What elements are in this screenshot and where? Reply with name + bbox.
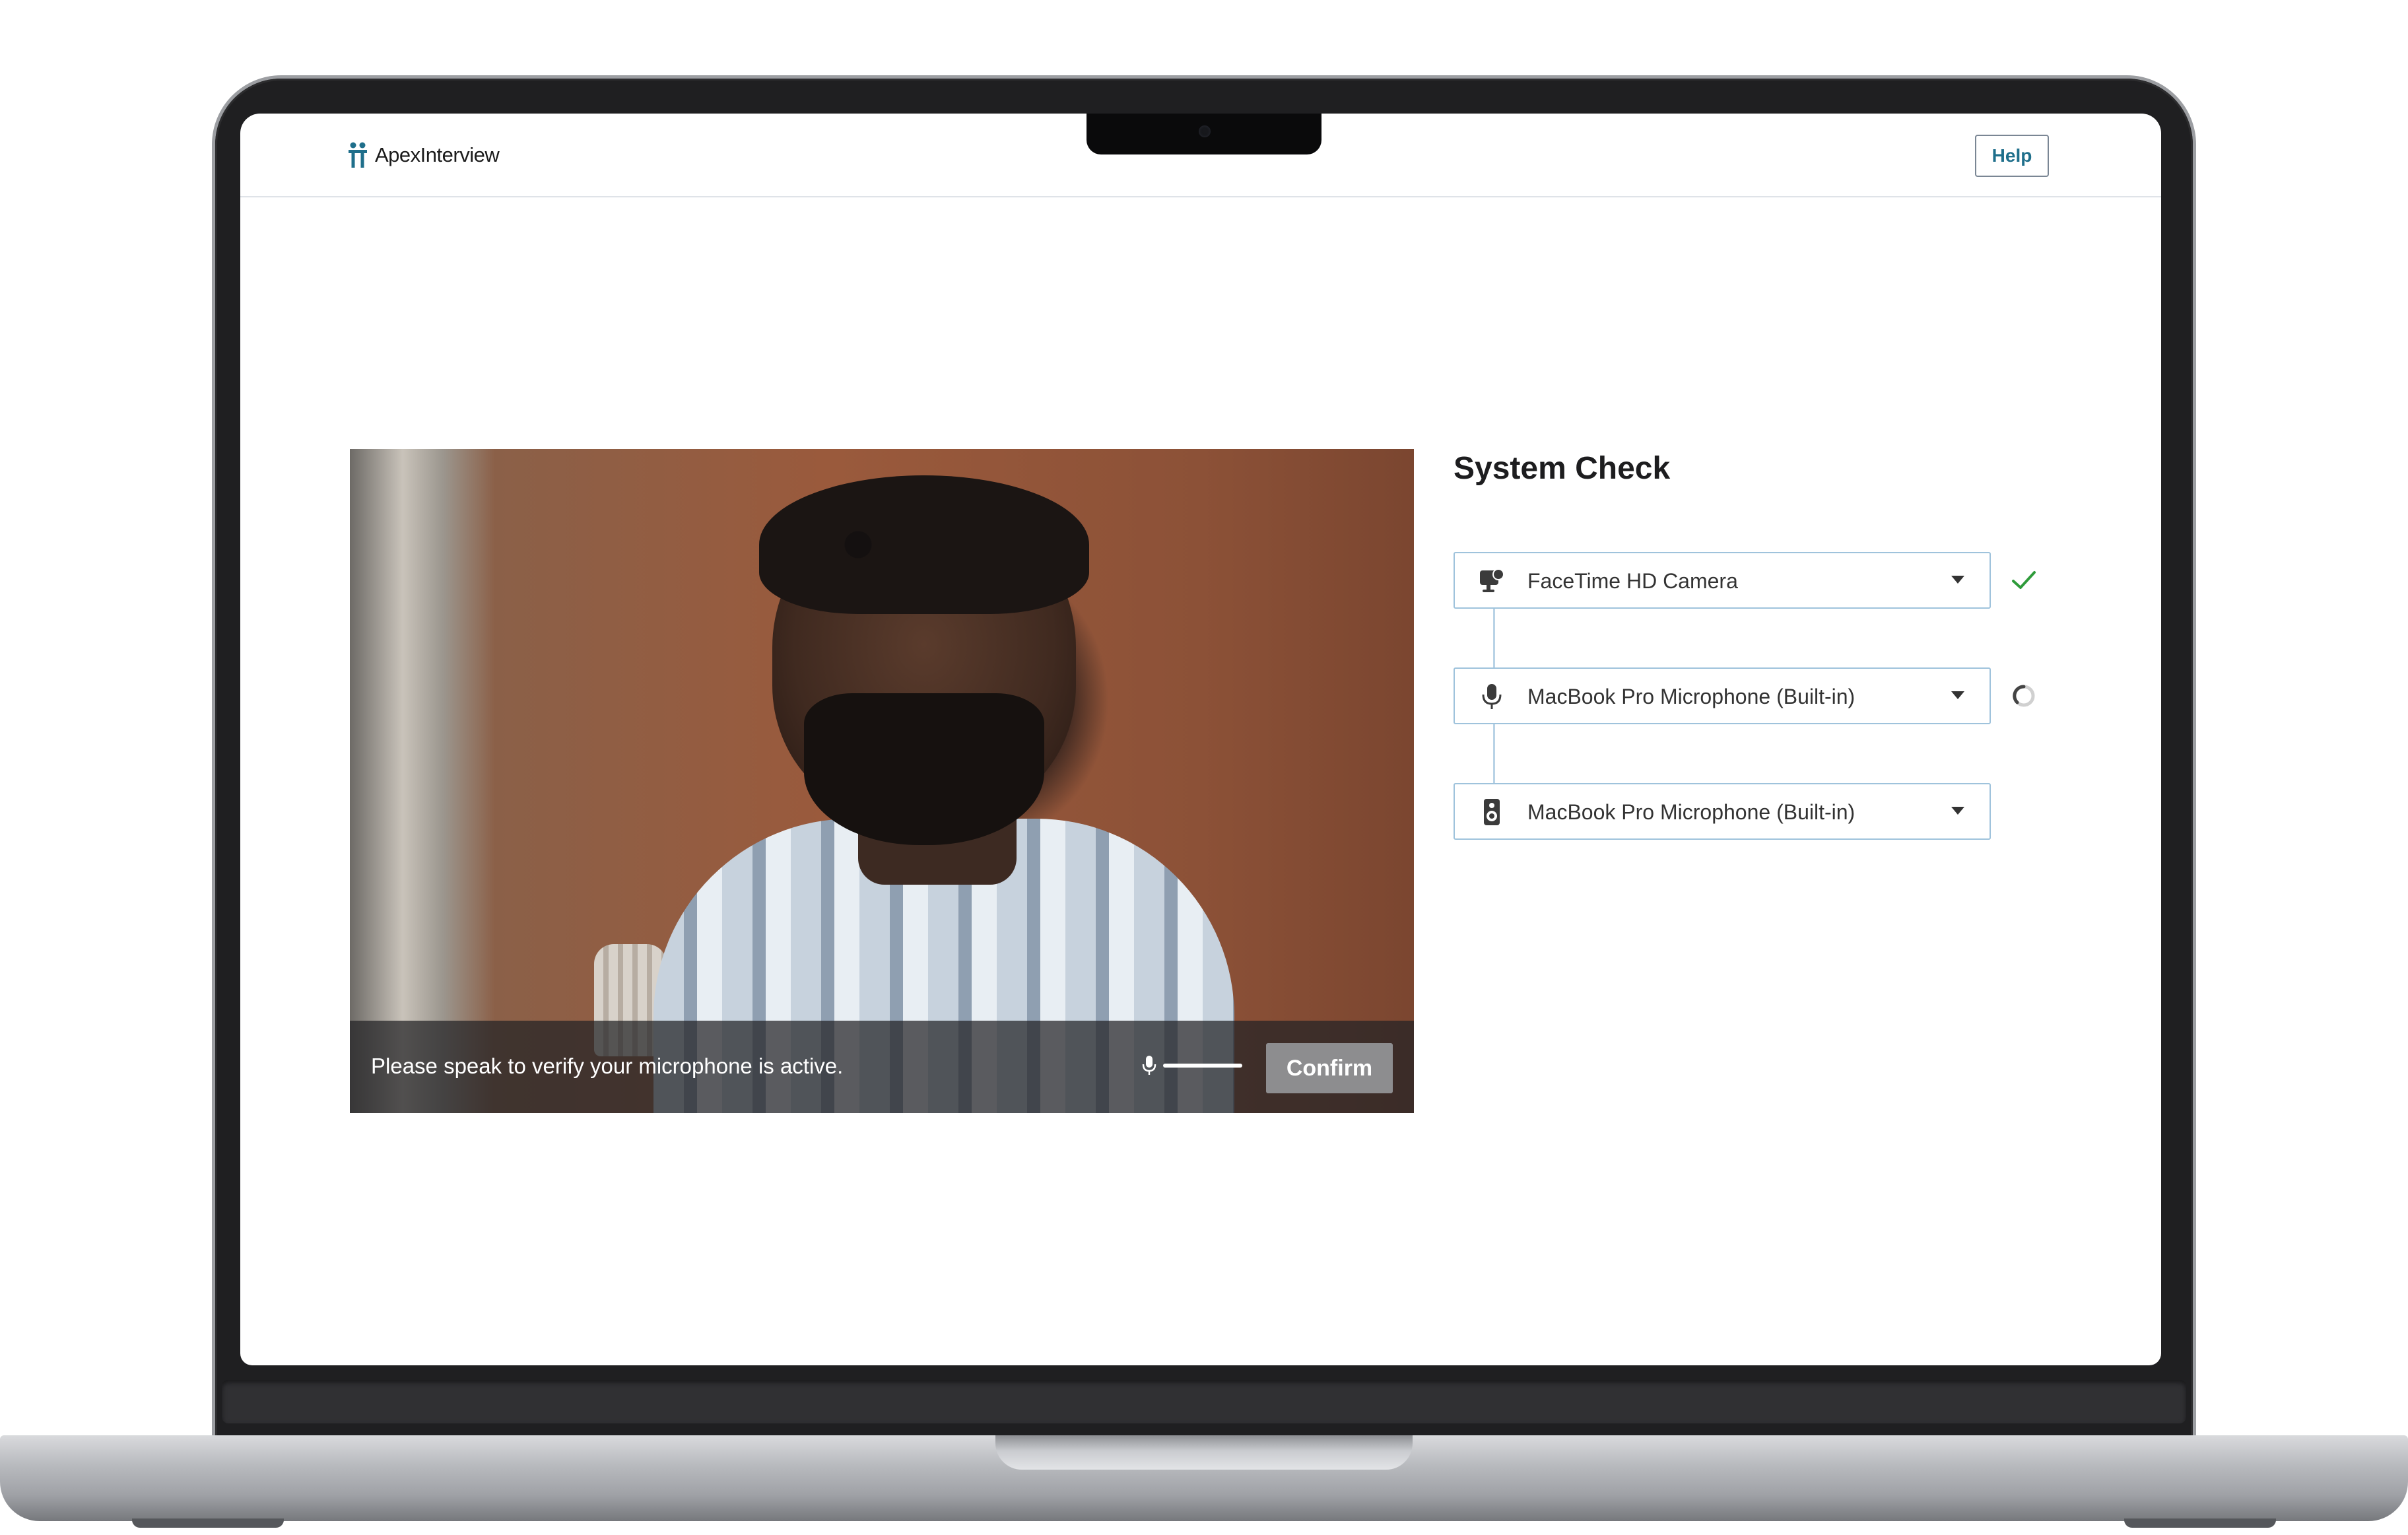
speaker-select[interactable]: MacBook Pro Microphone (Built-in) <box>1454 783 1991 840</box>
speaker-select-label: MacBook Pro Microphone (Built-in) <box>1527 800 1856 824</box>
brand-people-icon <box>349 142 367 168</box>
system-check-title: System Check <box>1454 451 1671 486</box>
mic-level-bar <box>1163 1064 1242 1068</box>
chevron-down-icon <box>1951 576 1964 584</box>
step-connector <box>1493 724 1495 785</box>
microphone-select[interactable]: MacBook Pro Microphone (Built-in) <box>1454 667 1991 724</box>
mic-check-prompt: Please speak to verify your microphone i… <box>371 1054 844 1078</box>
laptop-foot-right <box>2124 1518 2276 1528</box>
brand-logo[interactable]: ApexInterview <box>349 142 500 168</box>
speaker-icon <box>1484 799 1500 825</box>
mic-icon <box>1482 684 1502 709</box>
preview-person-hair <box>759 475 1089 614</box>
mic-icon <box>1142 1056 1156 1075</box>
app-screen: ApexInterview Help Please speak to verif… <box>240 114 2161 1365</box>
help-button[interactable]: Help <box>1975 135 2049 177</box>
laptop-chin <box>222 1380 2186 1423</box>
brand-name: ApexInterview <box>375 143 500 166</box>
laptop-hinge <box>995 1435 1413 1470</box>
mic-check-bar: Please speak to verify your microphone i… <box>350 1021 1414 1113</box>
confirm-button[interactable]: Confirm <box>1266 1043 1393 1093</box>
checkmark-icon <box>2012 571 2036 589</box>
laptop-foot-left <box>132 1518 284 1528</box>
microphone-select-label: MacBook Pro Microphone (Built-in) <box>1527 685 1856 708</box>
camera-select[interactable]: FaceTime HD Camera <box>1454 552 1991 609</box>
chevron-down-icon <box>1951 807 1964 815</box>
mic-level-meter <box>1142 1052 1248 1079</box>
preview-person-beard <box>804 693 1044 845</box>
camera-notch <box>1087 114 1321 154</box>
chevron-down-icon <box>1951 691 1964 699</box>
webcam-icon <box>1480 568 1504 592</box>
step-connector <box>1493 609 1495 669</box>
loading-spinner-icon <box>2013 685 2035 707</box>
camera-select-label: FaceTime HD Camera <box>1527 569 1738 593</box>
camera-lens-icon <box>1199 125 1211 137</box>
camera-preview: Please speak to verify your microphone i… <box>350 449 1414 1113</box>
